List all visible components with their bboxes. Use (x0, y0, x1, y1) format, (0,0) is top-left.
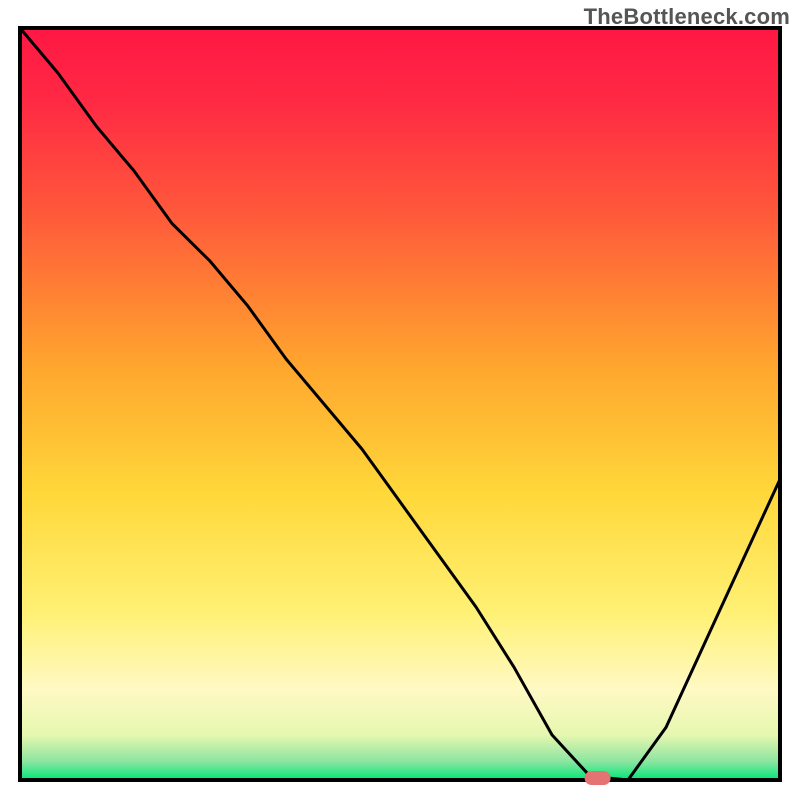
bottleneck-chart (0, 0, 800, 800)
chart-background (20, 28, 780, 780)
watermark-text: TheBottleneck.com (584, 4, 790, 30)
chart-canvas: TheBottleneck.com (0, 0, 800, 800)
minimum-marker (585, 771, 611, 785)
